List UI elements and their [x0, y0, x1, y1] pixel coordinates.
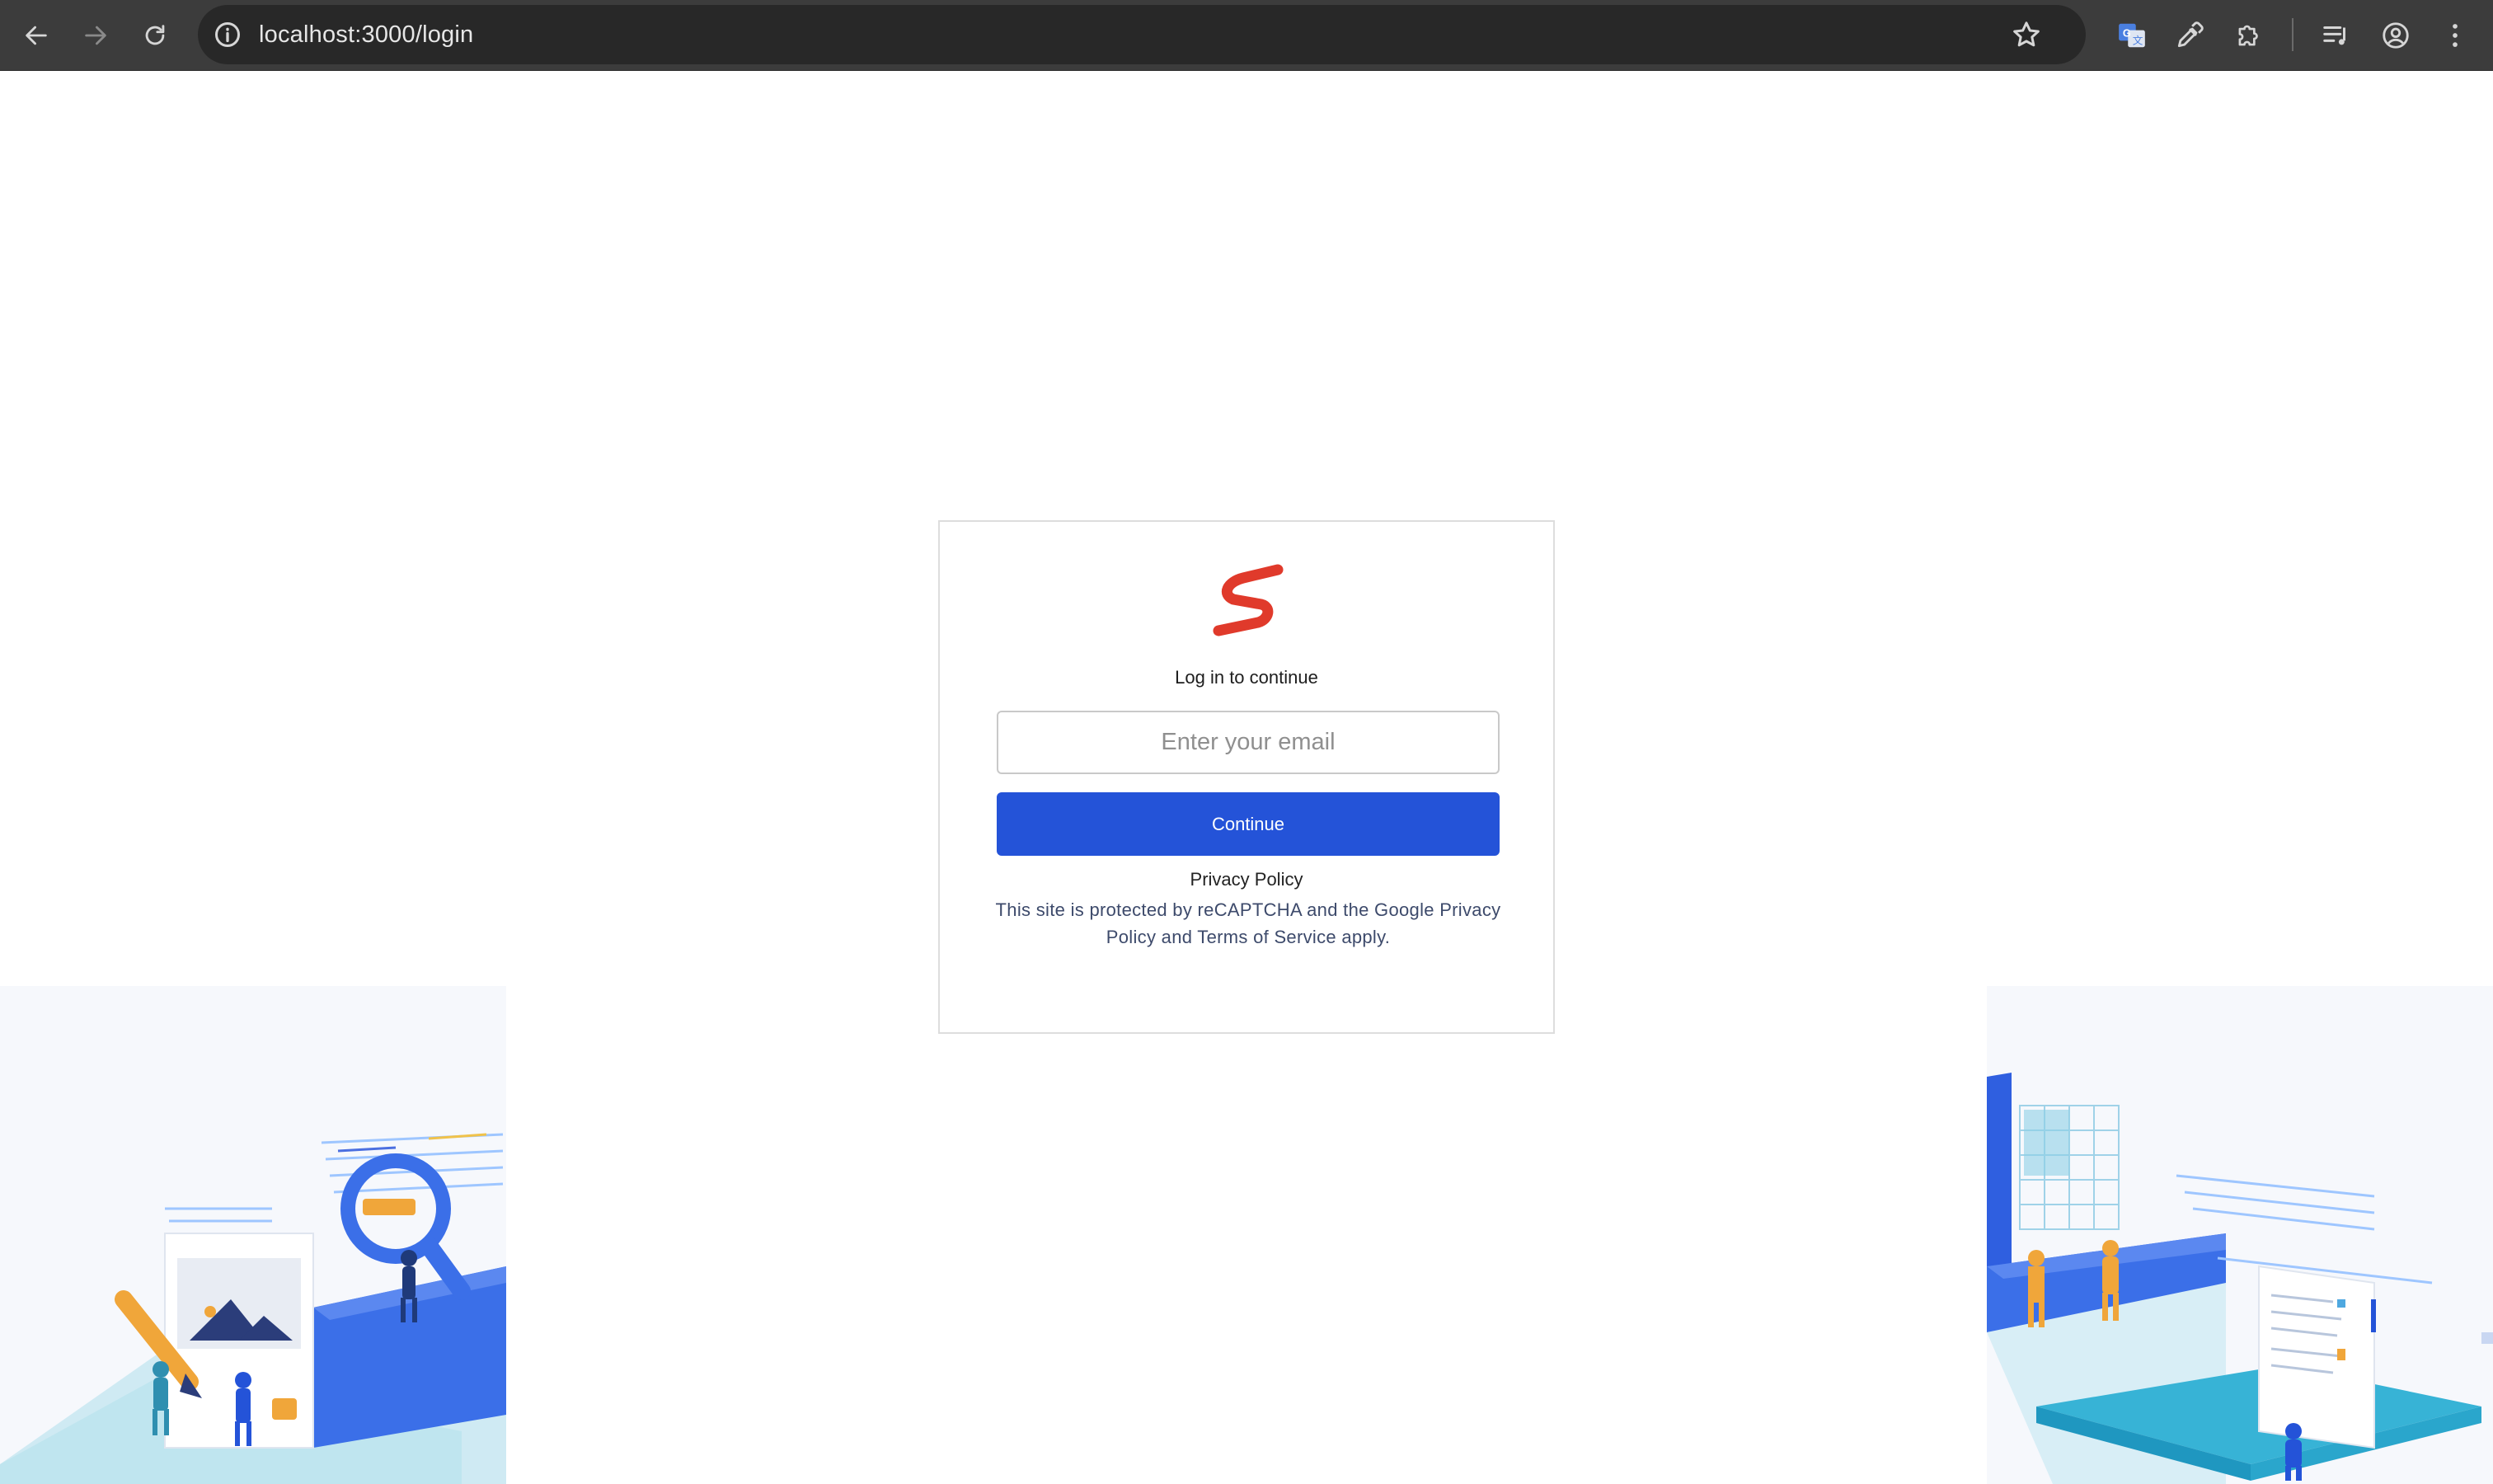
recaptcha-notice: This site is protected by reCAPTCHA and … — [995, 899, 1501, 947]
forward-button[interactable] — [76, 16, 115, 55]
browser-toolbar: localhost:3000/login G 文 — [0, 0, 2493, 71]
login-card: Log in to continue Continue Privacy Poli… — [938, 520, 1555, 1034]
menu-button[interactable] — [2435, 16, 2475, 55]
puzzle-icon — [2238, 25, 2258, 46]
extensions-button[interactable] — [2229, 16, 2269, 55]
site-info-icon[interactable] — [213, 20, 242, 49]
url-text[interactable]: localhost:3000/login — [259, 20, 473, 49]
left-illustration — [0, 986, 506, 1484]
page-content: Log in to continue Continue Privacy Poli… — [0, 71, 2493, 1484]
address-bar[interactable]: localhost:3000/login — [198, 5, 2086, 64]
privacy-policy-link[interactable]: Privacy Policy — [940, 869, 1553, 890]
media-control-button[interactable] — [2317, 16, 2356, 55]
eyedropper-button[interactable] — [2170, 16, 2209, 55]
google-translate-icon: G 文 — [2119, 23, 2145, 48]
profile-icon — [2383, 22, 2409, 49]
email-input[interactable] — [997, 711, 1500, 774]
reload-button[interactable] — [135, 16, 175, 55]
reload-icon — [145, 25, 165, 45]
svg-text:文: 文 — [2133, 35, 2143, 46]
profile-button[interactable] — [2376, 16, 2416, 55]
continue-button[interactable]: Continue — [997, 792, 1500, 856]
toolbar-divider — [2292, 18, 2293, 51]
svg-text:G: G — [2123, 28, 2131, 40]
media-control-icon — [2323, 26, 2346, 45]
kebab-menu-icon — [2453, 24, 2458, 47]
bookmark-star-icon[interactable] — [2010, 18, 2043, 51]
login-heading: Log in to continue — [1175, 667, 1318, 688]
eyedropper-icon — [2177, 21, 2204, 48]
back-button[interactable] — [16, 16, 56, 55]
forward-arrow-icon — [85, 26, 106, 45]
right-illustration — [1987, 986, 2493, 1484]
translate-button[interactable]: G 文 — [2112, 16, 2152, 55]
back-arrow-icon — [26, 26, 47, 45]
brand-logo-icon — [1213, 564, 1284, 636]
